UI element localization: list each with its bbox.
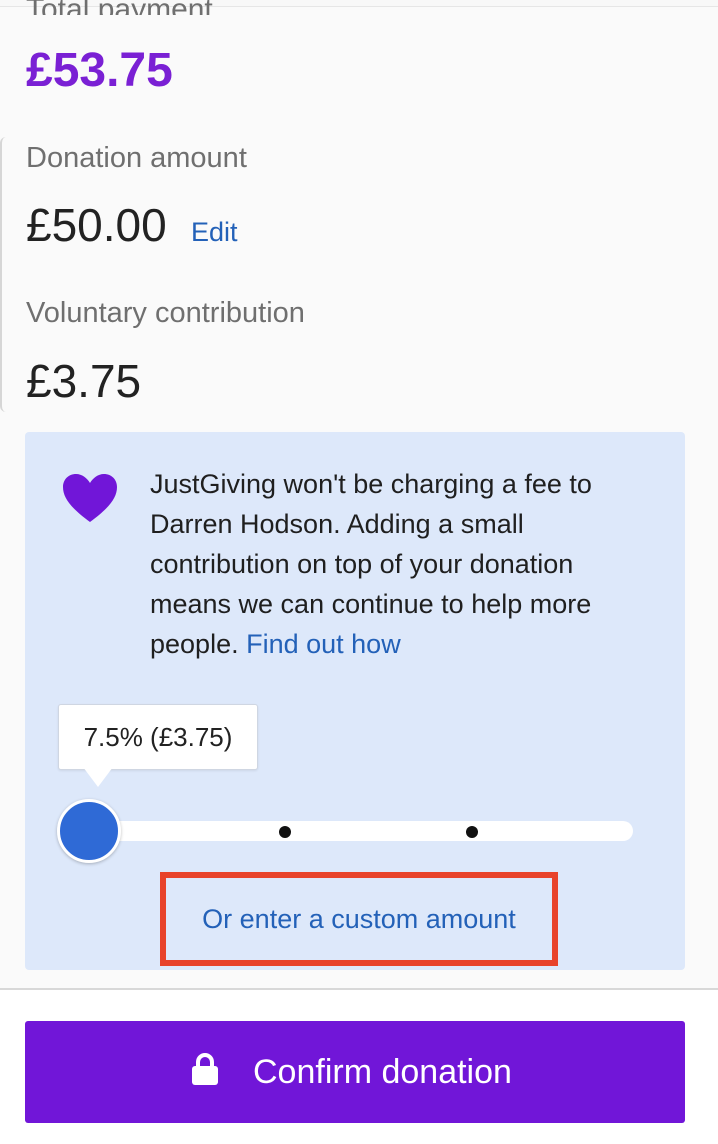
summary-divider [0, 137, 6, 412]
donation-amount-label: Donation amount [26, 142, 247, 174]
payment-summary-card: Total payment £53.75 Donation amount £50… [0, 0, 718, 989]
slider-value-tooltip: 7.5% (£3.75) [58, 704, 258, 787]
slider-stop-dot [279, 826, 291, 838]
voluntary-contribution-value: £3.75 [26, 355, 142, 407]
voluntary-contribution-label: Voluntary contribution [26, 297, 305, 329]
total-payment-amount: £53.75 [26, 44, 173, 97]
slider-value-text: 7.5% (£3.75) [83, 722, 233, 752]
custom-amount-link[interactable]: Or enter a custom amount [166, 878, 552, 960]
contribution-slider-track[interactable] [85, 821, 633, 841]
edit-donation-link[interactable]: Edit [191, 215, 238, 249]
footer-bar: Confirm donation [0, 988, 718, 1144]
lock-icon [192, 1053, 218, 1085]
heart-icon [63, 474, 117, 522]
total-payment-label: Total payment [26, 0, 213, 15]
slider-stop-dot [466, 826, 478, 838]
confirm-donation-button[interactable]: Confirm donation [25, 1021, 685, 1123]
contribution-slider-thumb[interactable] [57, 799, 121, 863]
contribution-info-text: JustGiving won't be charging a fee to Da… [150, 464, 650, 664]
tooltip-pointer [83, 767, 113, 787]
custom-amount-highlight: Or enter a custom amount [160, 872, 558, 966]
find-out-how-link[interactable]: Find out how [246, 629, 401, 659]
confirm-donation-label: Confirm donation [253, 1053, 512, 1091]
donation-amount-value: £50.00 [26, 199, 167, 251]
contribution-info-panel: JustGiving won't be charging a fee to Da… [25, 432, 685, 970]
